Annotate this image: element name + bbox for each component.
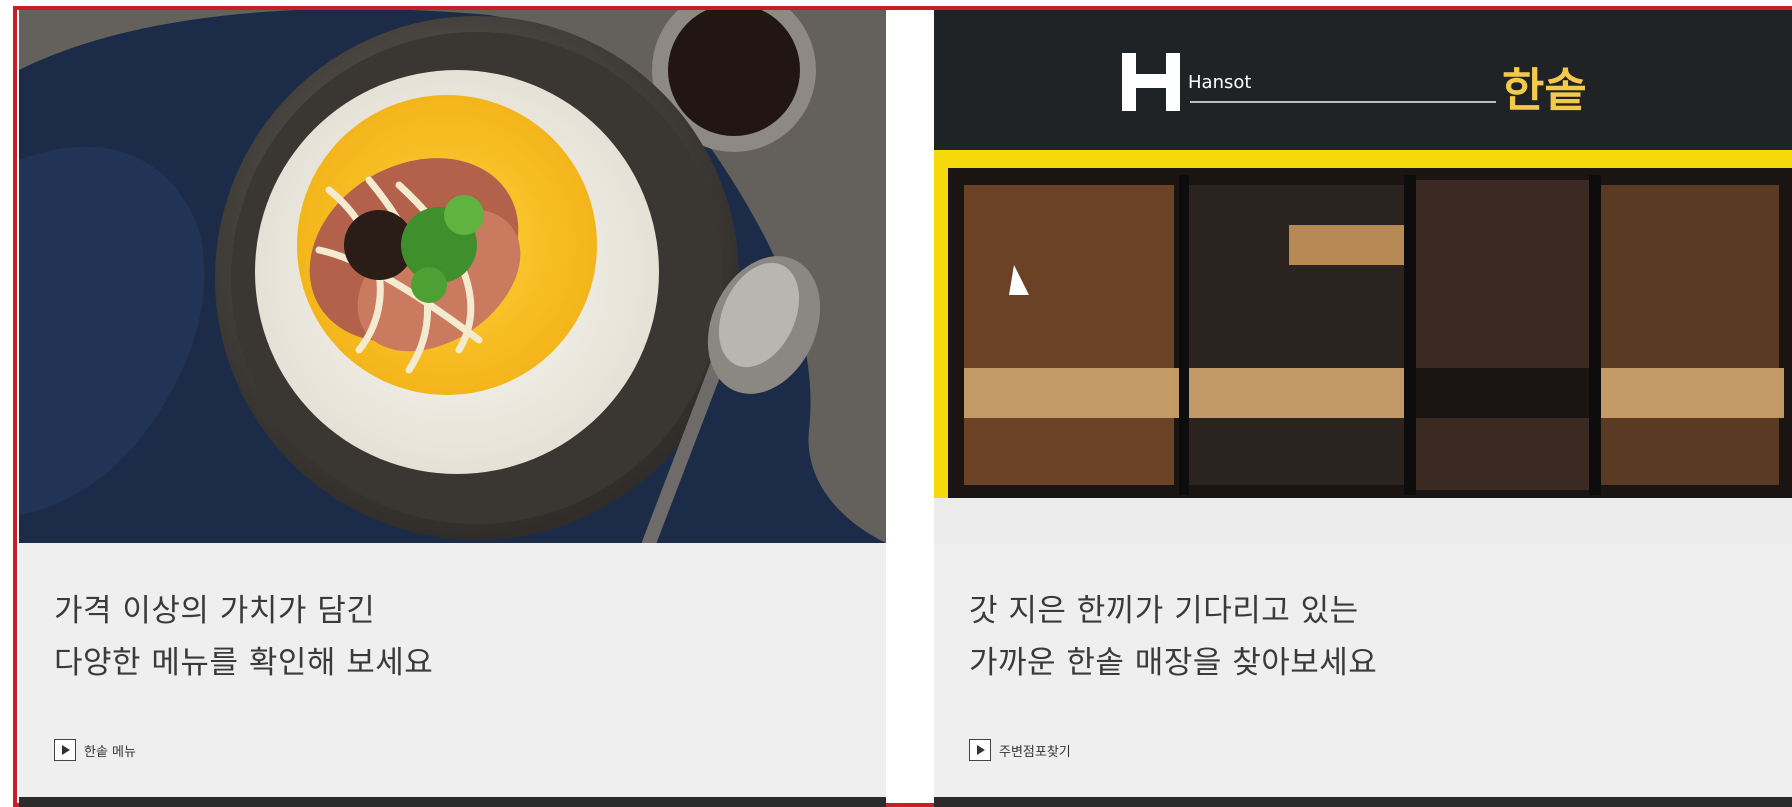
storefront-photo[interactable]: Hansot 한솥 (934, 10, 1792, 543)
card-headline: 가격 이상의 가치가 담긴 다양한 메뉴를 확인해 보세요 (54, 585, 433, 689)
menu-card[interactable]: 가격 이상의 가치가 담긴 다양한 메뉴를 확인해 보세요 한솥 메뉴 (19, 10, 886, 807)
play-icon (54, 739, 76, 761)
store-sign-english: Hansot (1188, 72, 1251, 93)
store-finder-link-label: 주변점포찾기 (999, 744, 1071, 760)
headline-line: 가까운 한솥 매장을 찾아보세요 (969, 645, 1378, 681)
headline-line: 가격 이상의 가치가 담긴 (54, 593, 376, 629)
headline-line: 갓 지은 한끼가 기다리고 있는 (969, 593, 1359, 629)
menu-link-label: 한솥 메뉴 (84, 744, 136, 760)
card-bottom-bar (934, 797, 1792, 807)
rice-bowl-image (19, 10, 886, 543)
menu-link[interactable]: 한솥 메뉴 (54, 737, 136, 763)
store-card[interactable]: Hansot 한솥 갓 지은 한끼가 기다리고 있는 가까운 한솥 매장을 찾아… (934, 10, 1792, 807)
card-bottom-bar (19, 797, 886, 807)
rice-bowl-photo[interactable] (19, 10, 886, 543)
card-headline: 갓 지은 한끼가 기다리고 있는 가까운 한솥 매장을 찾아보세요 (969, 585, 1377, 689)
store-sign-korean: 한솥 (1502, 63, 1587, 117)
store-finder-link[interactable]: 주변점포찾기 (969, 737, 1071, 763)
headline-line: 다양한 메뉴를 확인해 보세요 (54, 645, 434, 681)
play-icon (969, 739, 991, 761)
storefront-image: Hansot 한솥 (934, 10, 1792, 543)
